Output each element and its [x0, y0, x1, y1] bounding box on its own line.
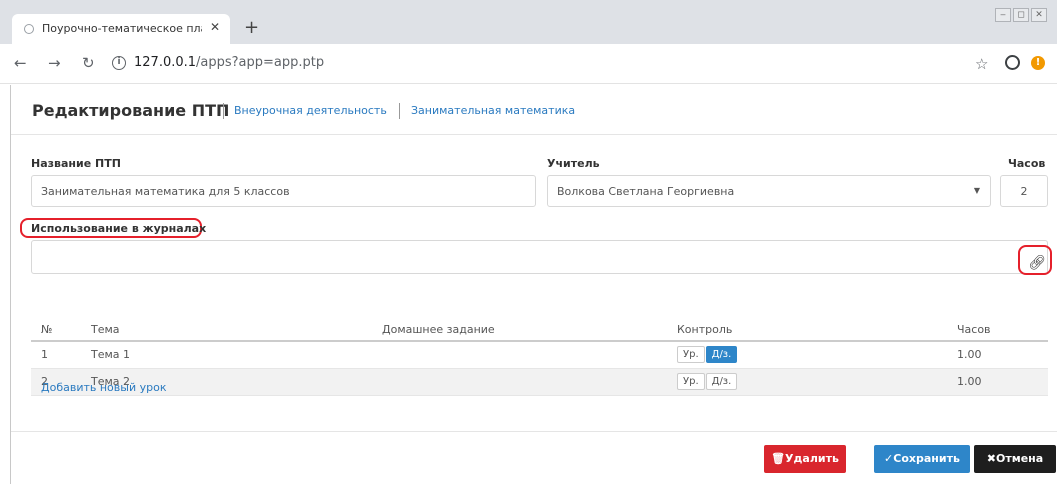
url-path: /apps?app=app.ptp [196, 55, 325, 70]
col-num: № [31, 319, 81, 342]
col-homework: Домашнее задание [372, 319, 667, 342]
breadcrumb-subject[interactable]: Занимательная математика [411, 104, 575, 117]
teacher-select-value: Волкова Светлана Георгиевна [557, 185, 735, 198]
col-hours: Часов [947, 319, 1048, 342]
minimize-icon[interactable]: ‒ [995, 8, 1011, 22]
page-header: Редактирование ПТП Внеурочная деятельнос… [11, 85, 1057, 135]
browser-tab[interactable]: Поурочно-тематическое плани ✕ [12, 14, 230, 44]
cancel-label: Отмена [996, 452, 1044, 465]
table-row[interactable]: 2 Тема 2 Ур. Д/з. 1.00 [31, 368, 1048, 396]
browser-toolbar: ← → ↻ i 127.0.0.1/apps?app=app.ptp ☆ ! [0, 44, 1057, 84]
window-controls: ‒ ◻ ✕ [995, 8, 1047, 22]
add-lesson-link[interactable]: Добавить новый урок [41, 381, 166, 394]
homework-control-toggle[interactable]: Д/з. [705, 346, 738, 364]
address-bar[interactable]: i 127.0.0.1/apps?app=app.ptp [112, 52, 992, 76]
hours-field[interactable]: 2 [1000, 175, 1048, 207]
breadcrumb-separator [399, 103, 400, 119]
url-host: 127.0.0.1 [134, 55, 197, 70]
trash-icon: 🗑︎ [771, 452, 786, 465]
tab-title: Поурочно-тематическое плани [42, 22, 202, 35]
row-homework[interactable] [372, 341, 667, 369]
lesson-control-toggle[interactable]: Ур. [677, 346, 705, 364]
lesson-control-toggle[interactable]: Ур. [677, 373, 705, 390]
account-icon[interactable] [1005, 55, 1020, 70]
forward-icon[interactable]: → [48, 54, 61, 72]
bookmark-star-icon[interactable]: ☆ [975, 55, 988, 73]
hours-label: Часов [1008, 157, 1046, 170]
close-tab-icon[interactable]: ✕ [210, 20, 220, 34]
close-icon: ✖ [986, 452, 996, 465]
col-topic: Тема [81, 319, 372, 342]
table-header-row: № Тема Домашнее задание Контроль Часов [31, 319, 1048, 342]
row-hours[interactable]: 1.00 [947, 341, 1048, 369]
browser-tabstrip: Поурочно-тематическое плани ✕ + ‒ ◻ ✕ [0, 0, 1057, 44]
teacher-select[interactable]: Волкова Светлана Георгиевна ▼ [547, 175, 991, 207]
cancel-button[interactable]: ✖Отмена [974, 445, 1056, 473]
url-text: 127.0.0.1/apps?app=app.ptp [134, 55, 324, 70]
col-control: Контроль [667, 319, 947, 342]
check-icon: ✓ [884, 452, 894, 465]
reload-icon[interactable]: ↻ [82, 54, 95, 72]
row-control: Ур. Д/з. [667, 341, 947, 369]
table-row[interactable]: 1 Тема 1 Ур. Д/з. 1.00 [31, 341, 1048, 369]
teacher-label: Учитель [547, 157, 600, 170]
update-alert-icon[interactable]: ! [1031, 56, 1045, 70]
delete-button[interactable]: 🗑︎Удалить [764, 445, 846, 473]
row-num: 1 [31, 341, 81, 369]
row-hours[interactable]: 1.00 [947, 368, 1048, 396]
row-homework[interactable] [372, 368, 667, 396]
delete-label: Удалить [785, 452, 839, 465]
new-tab-icon[interactable]: + [244, 17, 259, 38]
maximize-icon[interactable]: ◻ [1013, 8, 1029, 22]
save-button[interactable]: ✓Сохранить [874, 445, 970, 473]
page-title: Редактирование ПТП [32, 101, 230, 120]
breadcrumb-separator [223, 103, 224, 119]
journals-field[interactable] [31, 240, 1048, 274]
page-favicon-icon [24, 24, 34, 34]
breadcrumb-extracurricular[interactable]: Внеурочная деятельность [234, 104, 387, 117]
site-info-icon[interactable]: i [112, 56, 126, 70]
name-label: Название ПТП [31, 157, 121, 170]
save-label: Сохранить [893, 452, 960, 465]
close-window-icon[interactable]: ✕ [1031, 8, 1047, 22]
journals-label: Использование в журналах [31, 222, 207, 235]
homework-control-toggle[interactable]: Д/з. [705, 373, 738, 390]
link-icon[interactable]: 🔗︎ [1026, 252, 1048, 274]
name-field[interactable]: Занимательная математика для 5 классов [31, 175, 536, 207]
footer-divider [11, 431, 1057, 432]
row-topic[interactable]: Тема 1 [81, 341, 372, 369]
lessons-table: № Тема Домашнее задание Контроль Часов 1… [31, 319, 1048, 396]
page-content: Редактирование ПТП Внеурочная деятельнос… [10, 85, 1057, 484]
row-control: Ур. Д/з. [667, 368, 947, 396]
back-icon[interactable]: ← [14, 54, 27, 72]
chevron-down-icon: ▼ [973, 186, 980, 195]
